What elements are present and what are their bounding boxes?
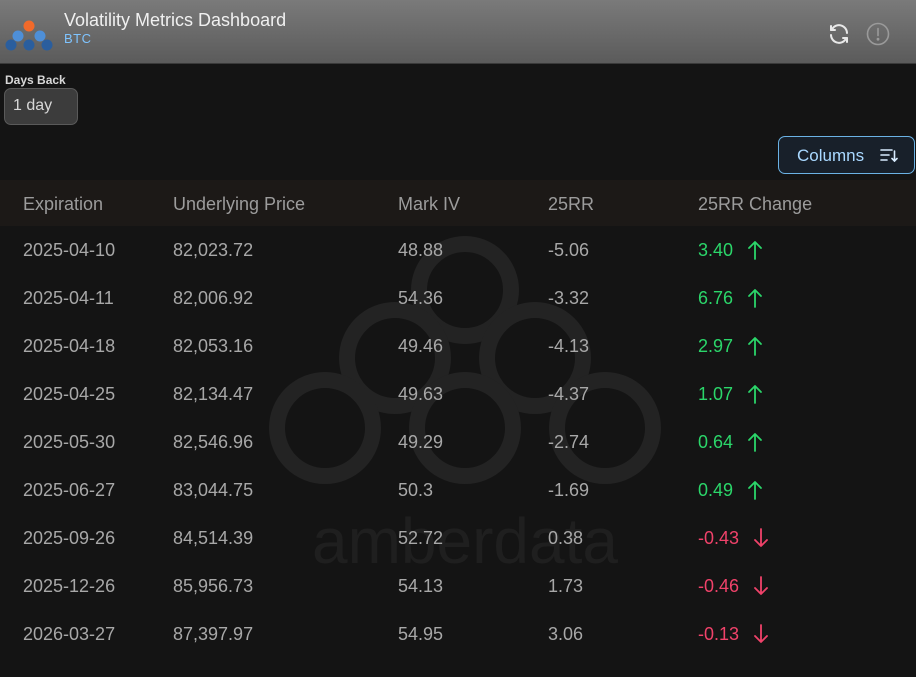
expiration-cell: 2025-04-25 [23, 384, 116, 404]
table-row[interactable]: 2025-04-10 82,023.72 48.88 -5.06 3.40 [0, 228, 916, 276]
arrow-down-icon [754, 576, 768, 595]
25rr-cell: 1.73 [548, 576, 584, 596]
underlying-price-cell: 84,514.39 [173, 528, 254, 548]
25rr-change-cell: 6.76 [698, 288, 734, 308]
column-header-mark-iv[interactable]: Mark IV [398, 194, 460, 215]
mark-iv-cell: 48.88 [398, 240, 444, 260]
25rr-cell: -1.69 [548, 480, 590, 500]
columns-button-label: Columns [797, 146, 865, 165]
25rr-change-cell: 0.64 [698, 432, 734, 452]
expiration-cell: 2025-04-18 [23, 336, 116, 356]
table-header: Expiration Underlying Price Mark IV 25RR… [0, 180, 916, 226]
table-row[interactable]: 2026-03-27 87,397.97 54.95 3.06 -0.13 [0, 612, 916, 660]
column-header-25rr[interactable]: 25RR [548, 194, 594, 215]
mark-iv-cell: 49.63 [398, 384, 444, 404]
days-back-select[interactable]: 1 day [4, 88, 78, 125]
table-row[interactable]: 2025-04-11 82,006.92 54.36 -3.32 6.76 [0, 276, 916, 324]
arrow-up-icon [748, 337, 762, 356]
arrow-up-icon [748, 481, 762, 500]
column-header-expiration[interactable]: Expiration [23, 194, 103, 215]
table-row[interactable]: 2025-04-25 82,134.47 49.63 -4.37 1.07 [0, 372, 916, 420]
dashboard-title: Volatility Metrics Dashboard [64, 10, 287, 30]
mark-iv-cell: 54.36 [398, 288, 444, 308]
expiration-cell: 2025-04-11 [23, 288, 114, 308]
underlying-price-cell: 82,546.96 [173, 432, 254, 452]
expiration-cell: 2025-06-27 [23, 480, 116, 500]
refresh-icon [830, 24, 848, 44]
25rr-change-cell: 3.40 [698, 240, 734, 260]
underlying-price-cell: 82,023.72 [173, 240, 254, 260]
underlying-price-cell: 82,006.92 [173, 288, 254, 308]
mark-iv-cell: 52.72 [398, 528, 444, 548]
expiration-cell: 2025-09-26 [23, 528, 116, 548]
table-row[interactable]: 2025-06-27 83,044.75 50.3 -1.69 0.49 [0, 468, 916, 516]
underlying-price-cell: 82,053.16 [173, 336, 254, 356]
underlying-price-cell: 85,956.73 [173, 576, 254, 596]
expiration-cell: 2026-03-27 [23, 624, 116, 644]
arrow-up-icon [748, 385, 762, 404]
25rr-cell: 3.06 [548, 624, 584, 644]
arrow-up-icon [748, 289, 762, 308]
mark-iv-cell: 54.13 [398, 576, 444, 596]
column-header-25rr-change[interactable]: 25RR Change [698, 194, 812, 215]
underlying-price-cell: 83,044.75 [173, 480, 254, 500]
arrow-up-icon [748, 433, 762, 452]
25rr-cell: 0.38 [548, 528, 584, 548]
refresh-button[interactable] [827, 22, 851, 46]
asset-subtitle: BTC [64, 31, 92, 46]
underlying-price-cell: 82,134.47 [173, 384, 254, 404]
amberdata-logo [5, 20, 53, 51]
25rr-change-cell: 0.49 [698, 480, 734, 500]
sort-lines-icon [880, 149, 898, 163]
table-row[interactable]: 2025-09-26 84,514.39 52.72 0.38 -0.43 [0, 516, 916, 564]
25rr-change-cell: 1.07 [698, 384, 734, 404]
mark-iv-cell: 49.29 [398, 432, 444, 452]
table-row[interactable]: 2025-04-18 82,053.16 49.46 -4.13 2.97 [0, 324, 916, 372]
25rr-cell: -2.74 [548, 432, 590, 452]
table-row[interactable]: 2025-05-30 82,546.96 49.29 -2.74 0.64 [0, 420, 916, 468]
25rr-cell: -4.13 [548, 336, 590, 356]
info-button[interactable] [866, 22, 890, 46]
arrow-up-icon [748, 241, 762, 260]
25rr-change-cell: -0.46 [698, 576, 740, 596]
25rr-cell: -4.37 [548, 384, 590, 404]
table-row[interactable]: 2025-12-26 85,956.73 54.13 1.73 -0.46 [0, 564, 916, 612]
expiration-cell: 2025-12-26 [23, 576, 116, 596]
alert-circle-icon [866, 22, 890, 46]
column-header-underlying-price[interactable]: Underlying Price [173, 194, 305, 215]
25rr-change-cell: -0.13 [698, 624, 740, 644]
days-back-label: Days Back [5, 73, 66, 87]
underlying-price-cell: 87,397.97 [173, 624, 254, 644]
expiration-cell: 2025-04-10 [23, 240, 116, 260]
mark-iv-cell: 54.95 [398, 624, 444, 644]
arrow-down-icon [754, 528, 768, 547]
expiration-cell: 2025-05-30 [23, 432, 116, 452]
app-header: Volatility Metrics Dashboard BTC [0, 0, 916, 64]
columns-button[interactable]: Columns [778, 136, 915, 174]
arrow-down-icon [754, 624, 768, 643]
25rr-change-cell: 2.97 [698, 336, 734, 356]
25rr-change-cell: -0.43 [698, 528, 740, 548]
mark-iv-cell: 49.46 [398, 336, 444, 356]
25rr-cell: -3.32 [548, 288, 590, 308]
25rr-cell: -5.06 [548, 240, 590, 260]
mark-iv-cell: 50.3 [398, 480, 434, 500]
